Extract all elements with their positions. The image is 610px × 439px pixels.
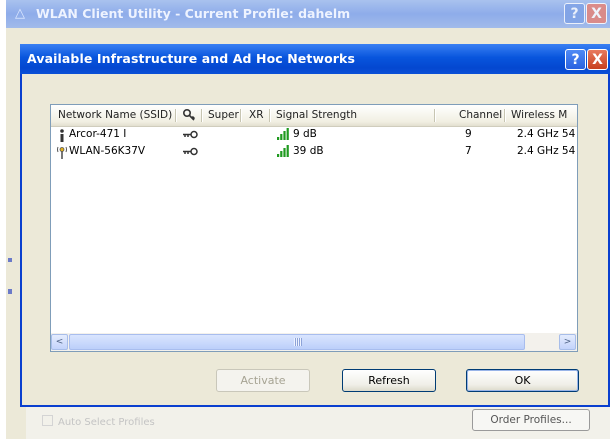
ok-button[interactable]: OK [466,369,579,392]
networks-list[interactable]: Network Name (SSID) Super XR Signal Stre… [50,104,578,352]
network-row[interactable]: Arcor-471 I 9 dB 9 2.4 GHz 54 [51,127,577,144]
network-row[interactable]: WLAN-56K37V 39 dB 7 2.4 GHz 54 [51,144,577,161]
column-header-super[interactable]: Super [208,109,239,121]
network-ssid: WLAN-56K37V [69,145,146,157]
column-separator[interactable] [504,109,506,122]
channel-value: 7 [465,145,472,157]
column-separator[interactable] [201,109,203,122]
available-networks-dialog: Available Infrastructure and Ad Hoc Netw… [20,44,610,407]
horizontal-scrollbar[interactable]: < > [51,333,577,351]
lock-key-icon [182,146,198,160]
signal-bar [277,137,280,140]
column-separator[interactable] [434,109,436,122]
column-separator[interactable] [240,109,242,122]
list-header: Network Name (SSID) Super XR Signal Stre… [51,105,577,127]
dialog-title-bar: Available Infrastructure and Ad Hoc Netw… [20,44,610,74]
wlan-app-icon: △ [15,6,25,21]
lock-key-icon [182,129,198,143]
signal-bar [280,134,283,140]
signal-bar [280,151,283,157]
wireless-mode-value: 2.4 GHz 54 [517,128,576,140]
column-separator[interactable] [175,109,177,122]
parent-bottom-area: Auto Select Profiles Order Profiles... [26,405,610,439]
scroll-left-button[interactable]: < [51,334,68,350]
dialog-close-button[interactable]: X [587,49,608,70]
scroll-right-button[interactable]: > [559,334,576,350]
column-header-channel[interactable]: Channel [459,109,502,121]
parent-help-button[interactable]: ? [564,3,585,24]
signal-strength-icon [276,144,290,161]
column-header-wireless-mode[interactable]: Wireless M [511,109,567,121]
checkbox-box[interactable] [42,415,53,426]
signal-bar [283,131,286,140]
activate-button[interactable]: Activate [216,369,310,392]
parent-close-button[interactable]: X [586,3,607,24]
signal-strength-value: 39 dB [293,145,324,157]
signal-bar [277,154,280,157]
parent-title-bar: △ WLAN Client Utility - Current Profile:… [6,0,610,28]
signal-bar [286,128,289,140]
parent-window-title: WLAN Client Utility - Current Profile: d… [36,6,351,21]
scroll-thumb[interactable] [69,334,525,350]
channel-value: 9 [465,128,472,140]
column-separator[interactable] [269,109,271,122]
infrastructure-icon [57,146,67,162]
column-header-xr[interactable]: XR [249,109,264,121]
order-profiles-button[interactable]: Order Profiles... [472,409,590,431]
refresh-button[interactable]: Refresh [342,369,436,392]
signal-bar [283,148,286,157]
screen-artifact [8,289,12,294]
screen-artifact [8,258,12,262]
auto-select-profiles-checkbox[interactable]: Auto Select Profiles [42,415,155,428]
column-header-ssid[interactable]: Network Name (SSID) [58,109,172,121]
dialog-help-button[interactable]: ? [565,49,586,70]
column-header-security[interactable] [182,108,196,125]
dialog-title: Available Infrastructure and Ad Hoc Netw… [27,51,356,66]
scroll-grip-icon [294,338,302,346]
signal-bar [286,145,289,157]
signal-strength-value: 9 dB [293,128,317,140]
auto-select-label: Auto Select Profiles [58,417,155,428]
signal-strength-icon [276,127,290,144]
key-icon [182,108,196,121]
column-header-signal[interactable]: Signal Strength [276,109,357,121]
wireless-mode-value: 2.4 GHz 54 [517,145,576,157]
ad-hoc-icon [58,129,66,145]
network-ssid: Arcor-471 I [69,128,127,140]
